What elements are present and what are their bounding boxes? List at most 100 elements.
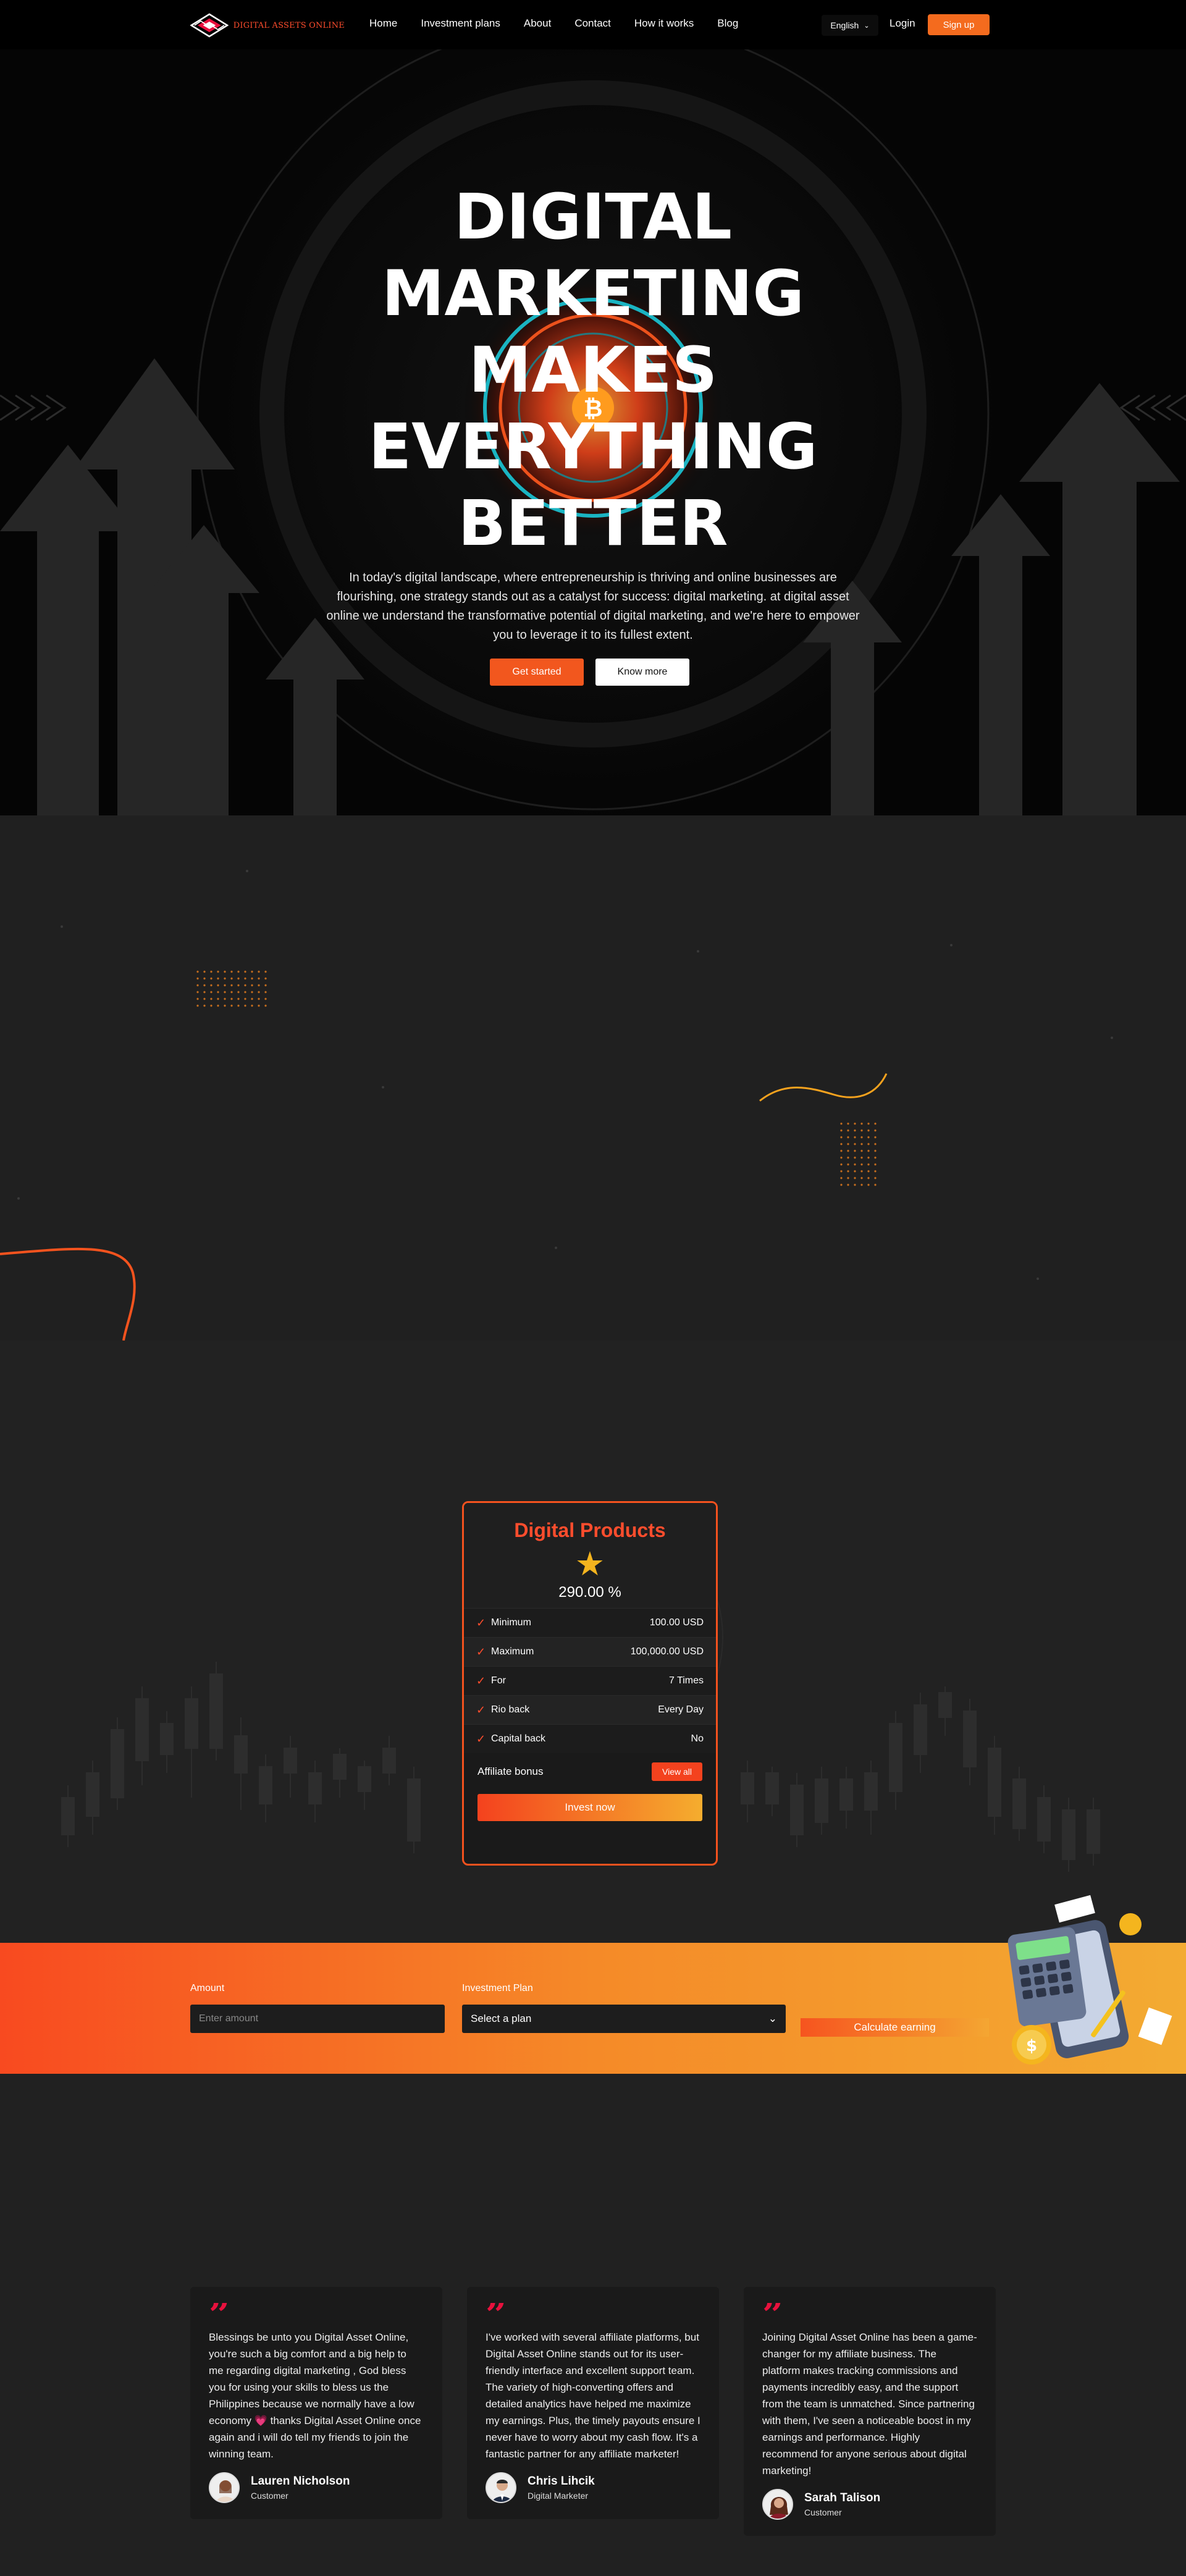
decor-dot — [217, 1004, 219, 1007]
amount-input[interactable]: Enter amount — [190, 2005, 445, 2033]
decor-dot — [874, 1163, 877, 1166]
decor-dot — [867, 1163, 870, 1166]
signup-button[interactable]: Sign up — [928, 14, 990, 35]
decor-dot — [237, 984, 240, 987]
plan-row-value: 100.00 USD — [649, 1617, 704, 1628]
decor-dot — [867, 1122, 870, 1125]
decor-dot — [847, 1184, 849, 1186]
plan-row: ✓ Maximum 100,000.00 USD — [464, 1637, 716, 1666]
investment-plan-value: Select a plan — [471, 2013, 532, 2024]
decor-dot — [210, 998, 212, 1000]
quote-icon: ” — [486, 2303, 700, 2324]
decor-dot — [867, 1129, 870, 1132]
get-started-button[interactable]: Get started — [490, 659, 584, 686]
testimonial-author: Lauren Nicholson Customer — [209, 2472, 424, 2503]
check-icon: ✓ — [476, 1674, 486, 1687]
decor-dot — [217, 970, 219, 973]
testimonials-section: ” Blessings be unto you Digital Asset On… — [0, 2074, 1186, 2576]
decor-dot — [847, 1170, 849, 1172]
decor-dot — [203, 977, 206, 980]
decorative-shapes — [0, 870, 1113, 1341]
nav-investment-plans[interactable]: Investment plans — [421, 17, 500, 30]
plan-card-header: Digital Products ★ 290.00 % — [464, 1503, 716, 1608]
decorative-section — [0, 815, 1186, 1341]
decor-dot — [258, 977, 260, 980]
quote-icon: ” — [209, 2303, 424, 2324]
decor-dot — [230, 1004, 233, 1007]
decor-dot — [860, 1129, 863, 1132]
quote-icon: ” — [762, 2303, 977, 2324]
plan-row: ✓ Minimum 100.00 USD — [464, 1608, 716, 1637]
nav-home[interactable]: Home — [369, 17, 397, 30]
decor-dot — [224, 1004, 226, 1007]
know-more-button[interactable]: Know more — [595, 659, 689, 686]
decor-dot — [210, 991, 212, 993]
decor-dot — [854, 1184, 856, 1186]
decor-dot — [224, 984, 226, 987]
decor-dot — [860, 1170, 863, 1172]
decor-dot — [203, 991, 206, 993]
decor-dot — [251, 970, 253, 973]
nav-about[interactable]: About — [524, 17, 551, 30]
decor-dot — [847, 1163, 849, 1166]
hero-description: In today's digital landscape, where entr… — [326, 571, 860, 642]
plan-title: Digital Products — [514, 1519, 666, 1541]
login-link[interactable]: Login — [890, 17, 915, 30]
plan-details: ✓ Minimum 100.00 USD ✓ Maximum 100,000.0… — [464, 1608, 716, 1753]
decor-dot — [874, 1136, 877, 1139]
decor-dot — [867, 1136, 870, 1139]
decor-dot — [264, 984, 267, 987]
invest-now-button[interactable]: Invest now — [477, 1794, 702, 1821]
decor-dot — [224, 970, 226, 973]
decor-dot — [237, 998, 240, 1000]
decor-dot — [840, 1150, 843, 1152]
investment-plan-select[interactable]: Select a plan ⌄ — [462, 2005, 786, 2033]
investment-plans-section: Digital Products ★ 290.00 % ✓ Minimum 10… — [0, 1341, 1186, 1943]
view-all-button[interactable]: View all — [652, 1762, 702, 1781]
testimonial-text: Joining Digital Asset Online has been a … — [762, 2331, 977, 2477]
decor-dot — [237, 1004, 240, 1007]
decor-dot — [230, 970, 233, 973]
language-select[interactable]: English ⌄ — [822, 15, 878, 36]
decor-dot — [237, 970, 240, 973]
testimonial-card: ” Blessings be unto you Digital Asset On… — [190, 2287, 442, 2519]
decor-dot — [258, 998, 260, 1000]
nav-contact[interactable]: Contact — [574, 17, 611, 30]
top-navbar: DIGITAL ASSETS ONLINE Home Investment pl… — [0, 0, 1186, 49]
nav-blog[interactable]: Blog — [717, 17, 738, 30]
author-name: Chris Lihcik — [528, 2475, 595, 2488]
decor-dot — [258, 1004, 260, 1007]
decor-dot — [251, 977, 253, 980]
decor-dot — [874, 1122, 877, 1125]
decor-dot — [847, 1156, 849, 1159]
decor-dot — [237, 991, 240, 993]
decor-dot — [210, 977, 212, 980]
plan-row-value: 7 Times — [668, 1675, 704, 1686]
brand-logo[interactable]: DIGITAL ASSETS ONLINE — [190, 11, 345, 40]
decor-dot — [251, 991, 253, 993]
decor-dot — [203, 970, 206, 973]
calculate-earning-button[interactable]: Calculate earning — [801, 2018, 989, 2037]
decor-dot — [264, 991, 267, 993]
decor-dot — [840, 1184, 843, 1186]
decor-dot — [230, 991, 233, 993]
avatar — [209, 2472, 240, 2503]
decor-dot — [840, 1177, 843, 1179]
avatar — [762, 2489, 793, 2520]
chevron-down-icon: ⌄ — [864, 22, 870, 30]
decor-dot — [244, 998, 246, 1000]
testimonial-text: I've worked with several affiliate platf… — [486, 2331, 700, 2460]
author-name: Lauren Nicholson — [251, 2475, 350, 2488]
nav-how-it-works[interactable]: How it works — [634, 17, 694, 30]
decor-dot — [251, 984, 253, 987]
decor-dot — [854, 1122, 856, 1125]
investment-plan-label: Investment Plan — [462, 1983, 533, 1993]
decor-dot — [847, 1122, 849, 1125]
hero-title-line: MAKES — [468, 334, 718, 407]
brand-name: DIGITAL ASSETS ONLINE — [233, 20, 345, 30]
decor-dot — [874, 1170, 877, 1172]
decor-dot — [244, 984, 246, 987]
decor-dot — [860, 1136, 863, 1139]
decor-dot — [860, 1122, 863, 1125]
plan-row: ✓ Capital back No — [464, 1724, 716, 1753]
